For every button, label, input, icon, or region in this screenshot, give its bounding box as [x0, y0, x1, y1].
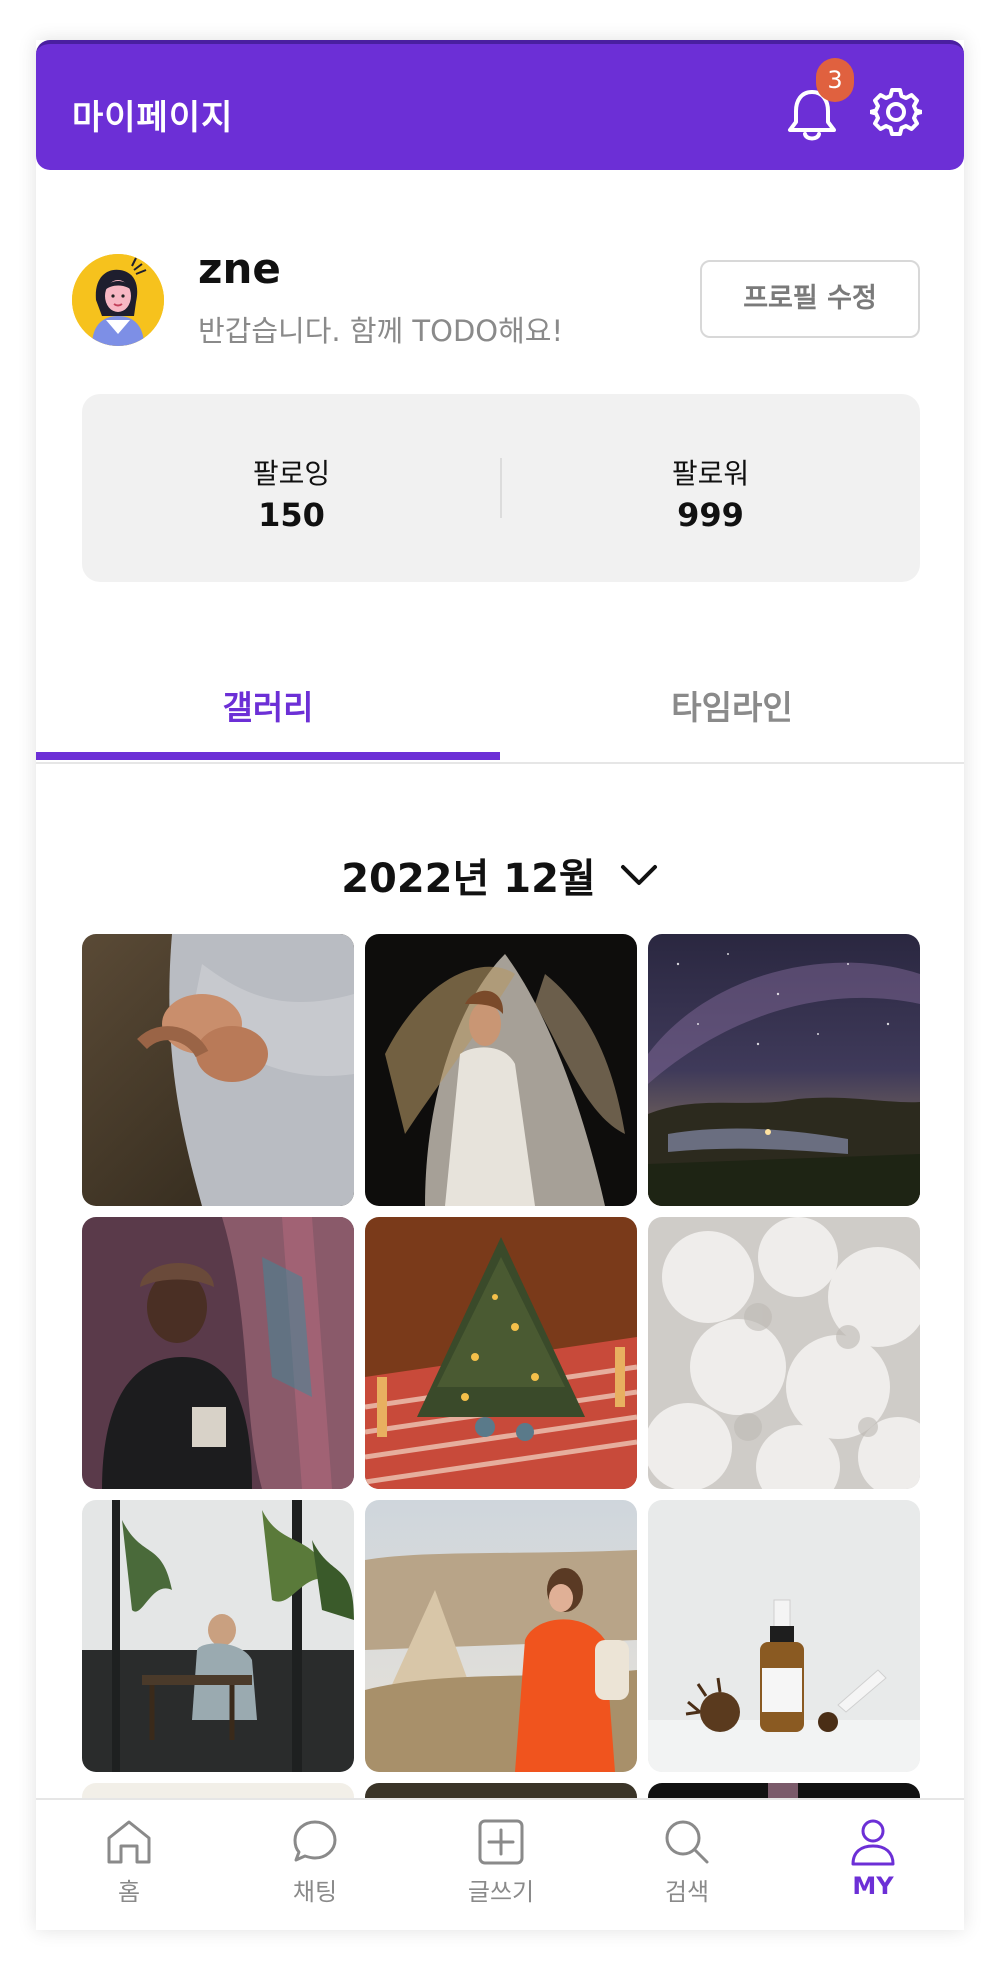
- month-label: 2022년 12월: [341, 856, 596, 902]
- followers-label: 팔로워: [671, 457, 750, 490]
- app-screen: 마이페이지 3 zne 반갑습니다. 함께 TODO해요! 프로필 수정 팔로잉…: [36, 40, 964, 1930]
- gallery-photo-dancer[interactable]: [365, 934, 637, 1206]
- nav-my-label: MY: [852, 1872, 894, 1900]
- search-icon: [665, 1820, 709, 1864]
- following-label: 팔로잉: [252, 457, 331, 490]
- chat-icon: [293, 1820, 337, 1862]
- nav-home[interactable]: 홈: [36, 1816, 222, 1907]
- nav-write-label: 글쓰기: [467, 1878, 535, 1906]
- followers-stat[interactable]: 팔로워 999: [501, 452, 920, 534]
- follow-stats: 팔로잉 150 팔로워 999: [82, 394, 920, 582]
- following-count: 150: [258, 496, 325, 534]
- avatar-illustration: [72, 254, 164, 346]
- notification-badge: 3: [816, 58, 854, 102]
- nav-my[interactable]: MY: [780, 1816, 964, 1900]
- gear-icon[interactable]: [870, 86, 922, 138]
- page-title: 마이페이지: [72, 98, 234, 138]
- edit-profile-button[interactable]: 프로필 수정: [700, 260, 920, 338]
- gallery-photo-christmas-tree[interactable]: [365, 1217, 637, 1489]
- nav-home-label: 홈: [117, 1878, 141, 1906]
- app-header: 마이페이지 3: [36, 40, 964, 170]
- gallery-photo-night-sky[interactable]: [648, 934, 920, 1206]
- gallery-photo-hiker[interactable]: [365, 1500, 637, 1772]
- gallery-photo-hands[interactable]: [82, 934, 354, 1206]
- nav-write[interactable]: 글쓰기: [408, 1816, 594, 1907]
- tab-timeline[interactable]: 타임라인: [500, 680, 964, 764]
- following-stat[interactable]: 팔로잉 150: [82, 452, 501, 534]
- gallery-photo-serum-bottle[interactable]: [648, 1500, 920, 1772]
- avatar[interactable]: [72, 254, 164, 346]
- bottom-navigation: 홈 채팅 글쓰기 검색 MY: [36, 1798, 964, 1930]
- nav-chat[interactable]: 채팅: [222, 1816, 408, 1907]
- photo-gallery: [82, 934, 920, 1843]
- nav-chat-label: 채팅: [292, 1878, 338, 1906]
- gallery-photo-portrait[interactable]: [82, 1217, 354, 1489]
- chevron-down-icon: [620, 865, 657, 885]
- followers-count: 999: [677, 496, 744, 534]
- nav-search[interactable]: 검색: [594, 1816, 780, 1907]
- username: zne: [198, 244, 281, 293]
- home-icon: [107, 1820, 151, 1864]
- gallery-photo-cotton[interactable]: [648, 1217, 920, 1489]
- gallery-photo-cafe[interactable]: [82, 1500, 354, 1772]
- user-icon: [851, 1819, 895, 1866]
- month-selector[interactable]: 2022년 12월: [36, 846, 964, 904]
- write-icon: [478, 1819, 524, 1865]
- active-tab-indicator: [36, 752, 500, 760]
- profile-bio: 반갑습니다. 함께 TODO해요!: [198, 314, 564, 348]
- nav-search-label: 검색: [664, 1878, 710, 1906]
